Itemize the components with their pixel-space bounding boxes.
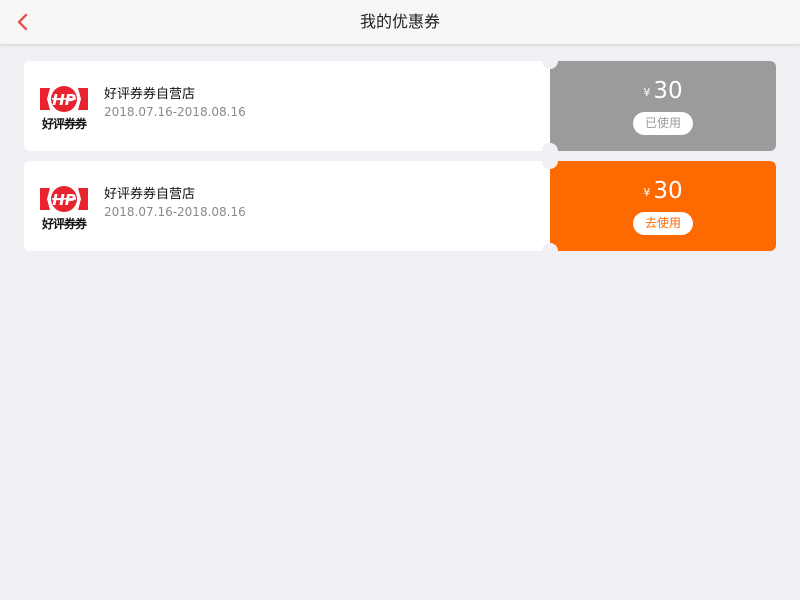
coupon-card: HP 好评券券 好评券券自营店 2018.07.16-2018.08.16 ¥3…	[24, 153, 776, 259]
page-title: 我的优惠券	[359, 12, 440, 31]
logo-text: 好评券券	[41, 117, 87, 131]
coupon-amount: 30	[653, 178, 683, 204]
shop-name: 好评券券自营店	[104, 87, 196, 102]
validity-period: 2018.07.16-2018.08.16	[104, 205, 246, 219]
currency-symbol: ¥	[643, 186, 651, 199]
ticket-notch	[542, 243, 558, 259]
used-status-badge: 已使用	[633, 112, 693, 135]
coupon-price: ¥30	[550, 178, 776, 204]
shop-logo-icon: HP	[40, 86, 88, 112]
coupon-amount: 30	[653, 78, 683, 104]
coupon-info: HP 好评券券 好评券券自营店 2018.07.16-2018.08.16	[24, 61, 550, 151]
coupon-value-panel[interactable]: ¥30 去使用	[550, 161, 776, 251]
shop-name: 好评券券自营店	[104, 187, 196, 202]
use-coupon-button[interactable]: 去使用	[633, 212, 693, 235]
svg-text:HP: HP	[52, 91, 76, 109]
ticket-notch	[542, 153, 558, 169]
coupon-value-panel: ¥30 已使用	[550, 61, 776, 151]
coupon-card: HP 好评券券 好评券券自营店 2018.07.16-2018.08.16 ¥3…	[24, 53, 776, 159]
logo-text: 好评券券	[41, 217, 87, 231]
shop-logo: HP 好评券券	[38, 83, 90, 131]
shop-logo-icon: HP	[40, 186, 88, 212]
coupon-info: HP 好评券券 好评券券自营店 2018.07.16-2018.08.16	[24, 161, 550, 251]
ticket-notch	[542, 53, 558, 69]
coupon-list: HP 好评券券 好评券券自营店 2018.07.16-2018.08.16 ¥3…	[24, 53, 776, 261]
validity-period: 2018.07.16-2018.08.16	[104, 105, 246, 119]
nav-bar: 我的优惠券	[0, 0, 800, 44]
currency-symbol: ¥	[643, 86, 651, 99]
shop-logo: HP 好评券券	[38, 183, 90, 231]
svg-text:HP: HP	[52, 191, 76, 209]
coupon-price: ¥30	[550, 78, 776, 104]
